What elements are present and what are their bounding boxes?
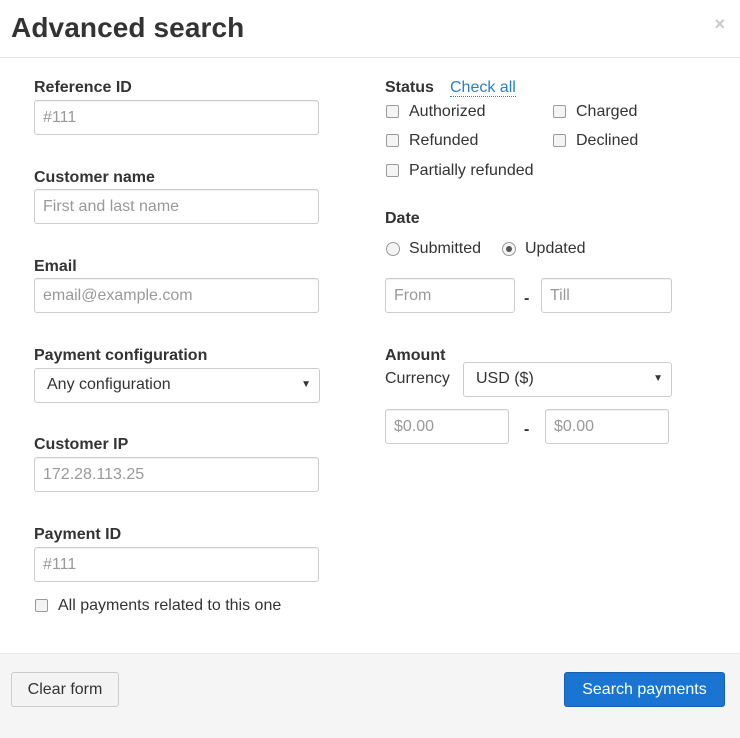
currency-select[interactable]: USD ($) ▼ (463, 362, 672, 397)
status-partially-refunded-checkbox[interactable] (386, 164, 399, 177)
dialog-title: Advanced search (11, 12, 245, 43)
date-updated-radio[interactable] (502, 242, 516, 256)
clear-form-button[interactable]: Clear form (11, 672, 119, 707)
status-partially-refunded-label[interactable]: Partially refunded (409, 162, 534, 180)
amount-label: Amount (385, 347, 446, 364)
amount-max-input[interactable] (545, 409, 669, 444)
amount-range-separator: - (524, 421, 530, 438)
date-updated-label[interactable]: Updated (525, 240, 586, 258)
status-refunded-label[interactable]: Refunded (409, 132, 478, 150)
email-label: Email (34, 258, 77, 275)
status-charged-checkbox[interactable] (553, 105, 566, 118)
payment-configuration-select[interactable]: Any configuration ▼ (34, 368, 320, 403)
status-authorized-checkbox[interactable] (386, 105, 399, 118)
date-submitted-label[interactable]: Submitted (409, 240, 481, 258)
payment-configuration-label: Payment configuration (34, 347, 208, 364)
date-till-input[interactable] (541, 278, 672, 313)
chevron-down-icon: ▼ (301, 379, 311, 390)
status-declined-label[interactable]: Declined (576, 132, 638, 150)
status-declined-checkbox[interactable] (553, 134, 566, 147)
payment-configuration-value: Any configuration (47, 376, 171, 393)
customer-ip-label: Customer IP (34, 436, 129, 453)
amount-min-input[interactable] (385, 409, 509, 444)
currency-label: Currency (385, 370, 450, 387)
status-refunded-checkbox[interactable] (386, 134, 399, 147)
status-authorized-label[interactable]: Authorized (409, 103, 486, 121)
customer-ip-input[interactable] (34, 457, 319, 492)
customer-name-input[interactable] (34, 189, 319, 224)
dialog-header: Advanced search × (0, 0, 740, 58)
customer-name-label: Customer name (34, 169, 155, 186)
date-submitted-radio[interactable] (386, 242, 400, 256)
currency-value: USD ($) (476, 370, 534, 387)
close-icon[interactable]: × (714, 15, 725, 33)
reference-id-input[interactable] (34, 100, 319, 135)
date-range-separator: - (524, 290, 530, 307)
email-input[interactable] (34, 278, 319, 313)
chevron-down-icon: ▼ (653, 373, 663, 384)
related-payments-checkbox[interactable] (35, 599, 48, 612)
search-payments-button[interactable]: Search payments (564, 672, 725, 707)
date-label: Date (385, 210, 420, 227)
date-from-input[interactable] (385, 278, 515, 313)
status-label: Status (385, 79, 434, 96)
check-all-link[interactable]: Check all (450, 79, 516, 97)
status-charged-label[interactable]: Charged (576, 103, 637, 121)
payment-id-input[interactable] (34, 547, 319, 582)
payment-id-label: Payment ID (34, 526, 122, 543)
related-payments-label[interactable]: All payments related to this one (58, 597, 281, 615)
advanced-search-dialog: Advanced search × Reference ID Customer … (0, 0, 740, 738)
dialog-footer: Clear form Search payments (0, 653, 740, 738)
reference-id-label: Reference ID (34, 79, 132, 96)
